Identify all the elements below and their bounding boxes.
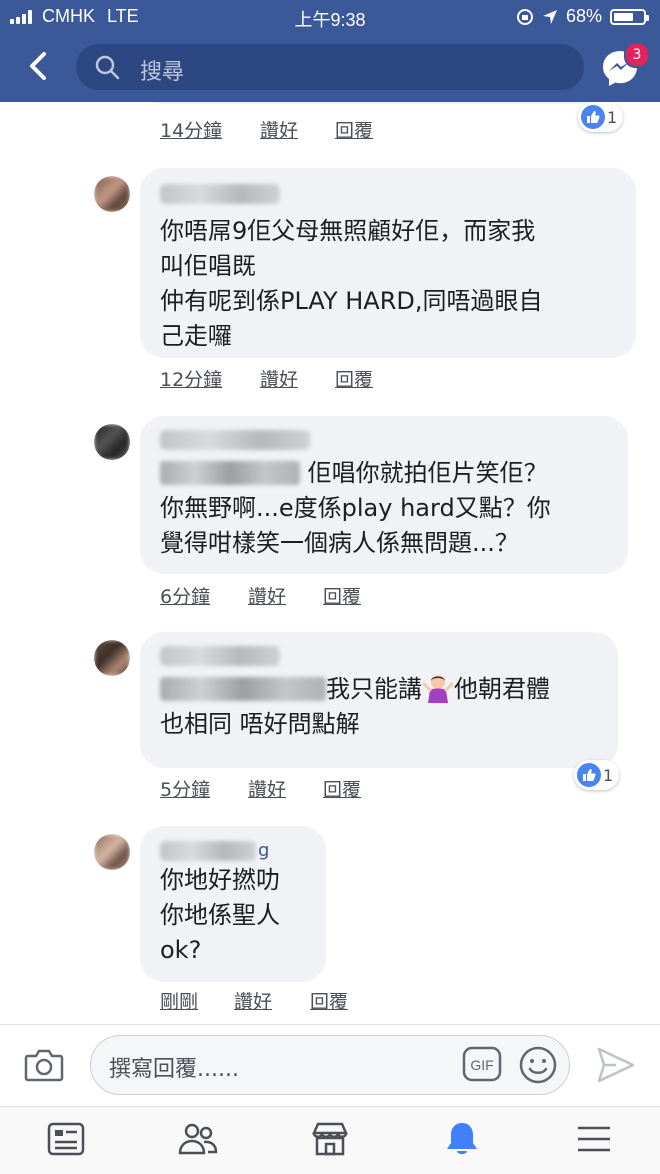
comment-text-line1a: 我只能講: [326, 675, 422, 703]
reaction-count-label: 1: [603, 765, 614, 785]
person-shrugging-emoji: [422, 673, 454, 703]
comment-text: 你地好撚叻 你地係聖人 ok?: [160, 866, 280, 964]
emoji-icon[interactable]: [518, 1045, 558, 1085]
avatar[interactable]: [94, 176, 130, 212]
top-nav: 搜尋 3: [0, 34, 660, 102]
comment-text-rest: 你無野啊...e度係play hard又點？你 覺得咁樣笑一個病人係無問題...…: [160, 494, 551, 557]
battery-icon: [610, 8, 649, 25]
commenter-name-blurred[interactable]: [160, 184, 280, 204]
bottom-tab-bar: [0, 1106, 660, 1174]
reply-composer: 撰寫回覆......: [0, 1024, 660, 1107]
comment-time[interactable]: 剛剛: [160, 987, 198, 1014]
avatar[interactable]: [94, 640, 130, 676]
gif-label: GIF: [470, 1057, 493, 1073]
status-bar: CMHK LTE 上午9:38 68%: [0, 0, 660, 34]
reaction-count-label: 1: [607, 107, 618, 127]
like-link[interactable]: 讚好: [260, 116, 298, 143]
send-icon[interactable]: [596, 1046, 636, 1084]
like-link[interactable]: 讚好: [260, 365, 298, 392]
like-link[interactable]: 讚好: [248, 582, 286, 609]
menu-icon[interactable]: [574, 1119, 614, 1159]
commenter-name-blurred[interactable]: [160, 840, 256, 861]
reply-link[interactable]: 回覆: [310, 987, 348, 1014]
friends-icon[interactable]: [178, 1119, 218, 1159]
comment-bubble: [140, 102, 600, 104]
comment-bubble: 佢唱你就拍佢片笑佢？ 你無野啊...e度係play hard又點？你 覺得咁樣笑…: [140, 416, 628, 574]
comment-time[interactable]: 6分鐘: [160, 582, 210, 609]
mention-tag-blurred[interactable]: [160, 677, 326, 701]
comment-time[interactable]: 5分鐘: [160, 775, 210, 802]
location-icon: [542, 9, 557, 24]
commenter-name-blurred[interactable]: [160, 430, 310, 450]
comment-thread: 14分鐘 讚好 回覆 1 你唔屌9佢父母無照顧好佢，而家我 叫佢唱既 仲有呢到係…: [0, 102, 660, 1024]
comment-time[interactable]: 12分鐘: [160, 365, 222, 392]
commenter-name-blurred[interactable]: [160, 646, 280, 666]
search-icon: [95, 55, 120, 80]
mention-tag-blurred[interactable]: [160, 461, 300, 485]
comment-text: 我只能講 他朝君體: [160, 672, 598, 707]
avatar[interactable]: [94, 834, 130, 870]
back-icon[interactable]: [22, 48, 58, 84]
reply-link[interactable]: 回覆: [323, 775, 361, 802]
comment-text-rest: 也相同 唔好問點解: [160, 710, 360, 738]
news-feed-icon[interactable]: [46, 1119, 86, 1159]
avatar[interactable]: [94, 424, 130, 460]
comment-text: 你唔屌9佢父母無照顧好佢，而家我 叫佢唱既 仲有呢到係PLAY HARD,同唔過…: [160, 217, 543, 350]
comment-bubble: 我只能講 他朝君體 也相同 唔好問點解: [140, 632, 618, 768]
like-link[interactable]: 讚好: [248, 775, 286, 802]
reply-link[interactable]: 回覆: [323, 582, 361, 609]
reply-link[interactable]: 回覆: [335, 116, 373, 143]
gif-button[interactable]: GIF: [462, 1038, 502, 1090]
search-placeholder: 搜尋: [140, 60, 185, 85]
reaction-count[interactable]: 1: [574, 760, 620, 790]
comment-bubble: 你唔屌9佢父母無照顧好佢，而家我 叫佢唱既 仲有呢到係PLAY HARD,同唔過…: [140, 168, 636, 358]
reaction-count[interactable]: 1: [578, 102, 624, 132]
comment-time[interactable]: 14分鐘: [160, 116, 222, 143]
notifications-bell-icon[interactable]: [442, 1119, 482, 1159]
like-reaction-icon: [581, 105, 605, 129]
orientation-lock-icon: [516, 8, 533, 25]
messenger-badge: 3: [624, 42, 650, 68]
comment-text: 佢唱你就拍佢片笑佢？: [160, 456, 608, 491]
search-input[interactable]: 搜尋: [76, 44, 584, 90]
camera-icon[interactable]: [24, 1047, 64, 1083]
comment-bubble: g 你地好撚叻 你地係聖人 ok?: [140, 826, 326, 982]
comment-text-line1: 佢唱你就拍佢片笑佢？: [307, 459, 548, 487]
like-reaction-icon: [577, 763, 601, 787]
battery-percent: 68%: [565, 6, 602, 26]
comment-input-placeholder: 撰寫回覆......: [109, 1057, 239, 1082]
like-link[interactable]: 讚好: [234, 987, 272, 1014]
comment-text-line1b: 他朝君體: [454, 675, 550, 703]
clock: 上午9:38: [294, 10, 366, 30]
reply-link[interactable]: 回覆: [335, 365, 373, 392]
marketplace-icon[interactable]: [310, 1119, 350, 1159]
commenter-name-tail: g: [258, 840, 270, 861]
